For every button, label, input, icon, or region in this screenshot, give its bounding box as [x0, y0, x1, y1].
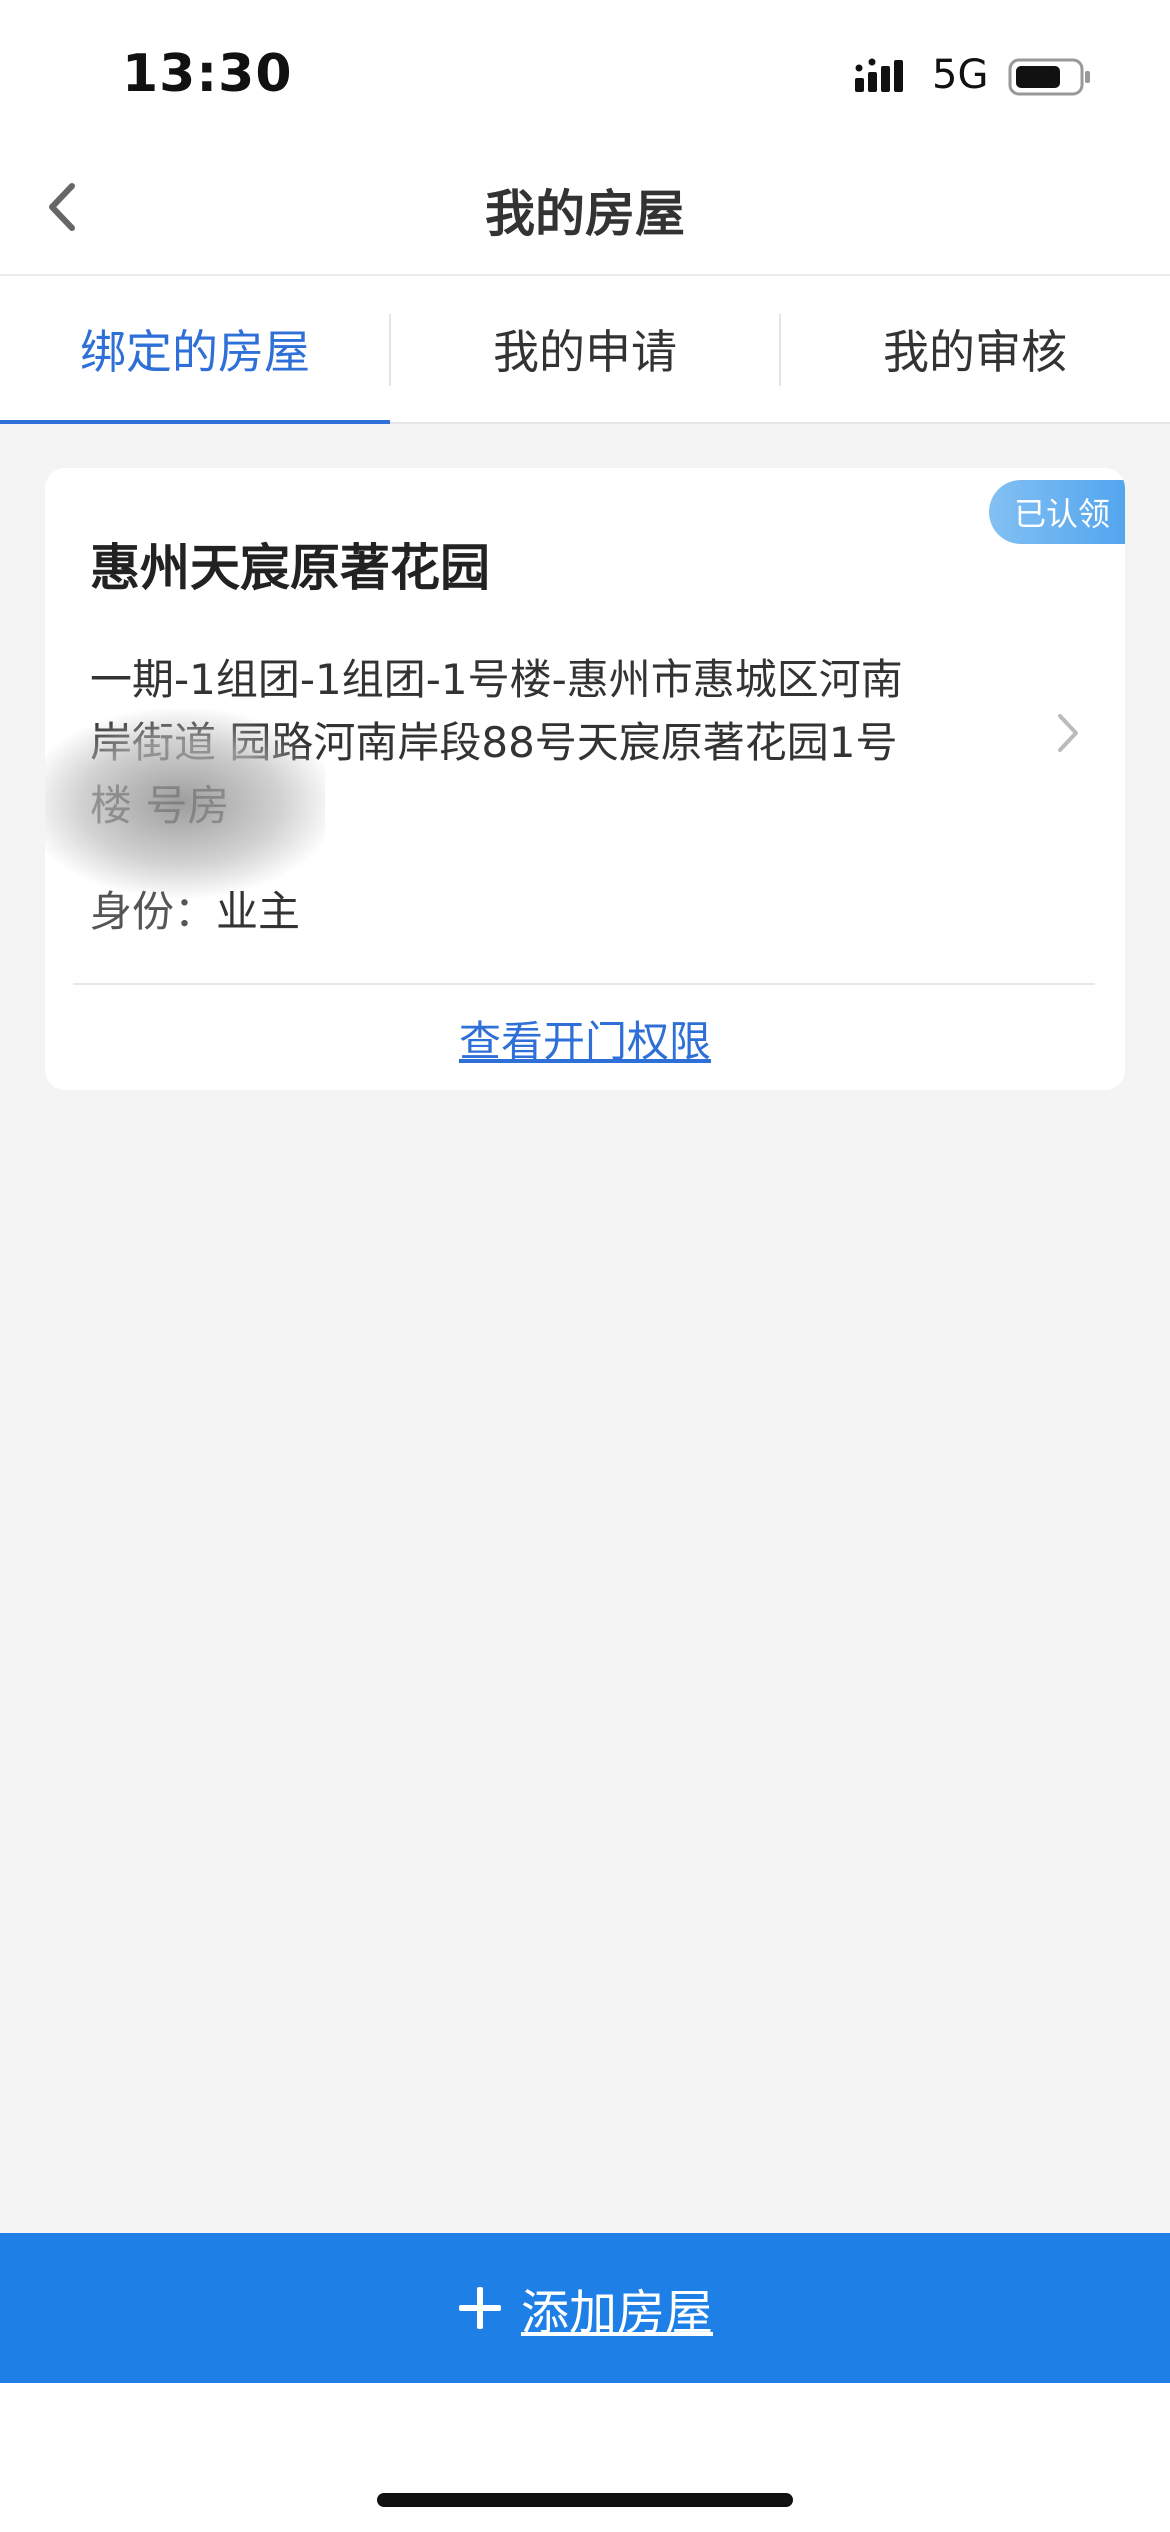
address-row[interactable]: 一期-1组团-1组团-1号楼-惠州市惠城区河南 岸街道 园路河南岸段88号天宸原… — [45, 648, 1125, 898]
active-tab-indicator — [0, 420, 390, 424]
tab-bar: 绑定的房屋 我的申请 我的审核 — [0, 276, 1170, 424]
identity-label: 身份： — [90, 887, 217, 936]
tab-bound-houses[interactable]: 绑定的房屋 — [0, 276, 390, 422]
bottom-safe-area — [0, 2383, 1170, 2532]
view-access-link[interactable]: 查看开门权限 — [45, 1008, 1125, 1069]
community-name: 惠州天宸原著花园 — [90, 539, 490, 597]
add-house-label: 添加房屋 — [520, 2285, 713, 2341]
chevron-right-icon — [1058, 714, 1078, 752]
claimed-badge: 已认领 — [989, 480, 1125, 544]
nav-bar: 我的房屋 — [0, 140, 1170, 276]
network-label: 5G — [932, 52, 989, 98]
tab-my-reviews[interactable]: 我的审核 — [780, 276, 1170, 422]
status-time: 13:30 — [122, 44, 293, 104]
home-indicator[interactable] — [377, 2493, 793, 2507]
identity-row: 身份：业主 — [90, 878, 300, 939]
page-title: 我的房屋 — [485, 185, 685, 243]
address-line: 一期-1组团-1组团-1号楼-惠州市惠城区河南 — [90, 655, 903, 704]
identity-value: 业主 — [216, 887, 301, 936]
tab-my-applications[interactable]: 我的申请 — [390, 276, 780, 422]
card-divider — [73, 983, 1095, 985]
battery-icon — [1008, 58, 1090, 96]
add-house-button[interactable]: 添加房屋 — [0, 2233, 1170, 2383]
signal-icon — [855, 58, 903, 92]
plus-icon — [458, 2287, 501, 2329]
status-bar: 13:30 5G — [0, 0, 1170, 140]
redaction-blur — [45, 708, 325, 898]
house-card: 已认领 惠州天宸原著花园 一期-1组团-1组团-1号楼-惠州市惠城区河南 岸街道… — [45, 468, 1125, 1090]
